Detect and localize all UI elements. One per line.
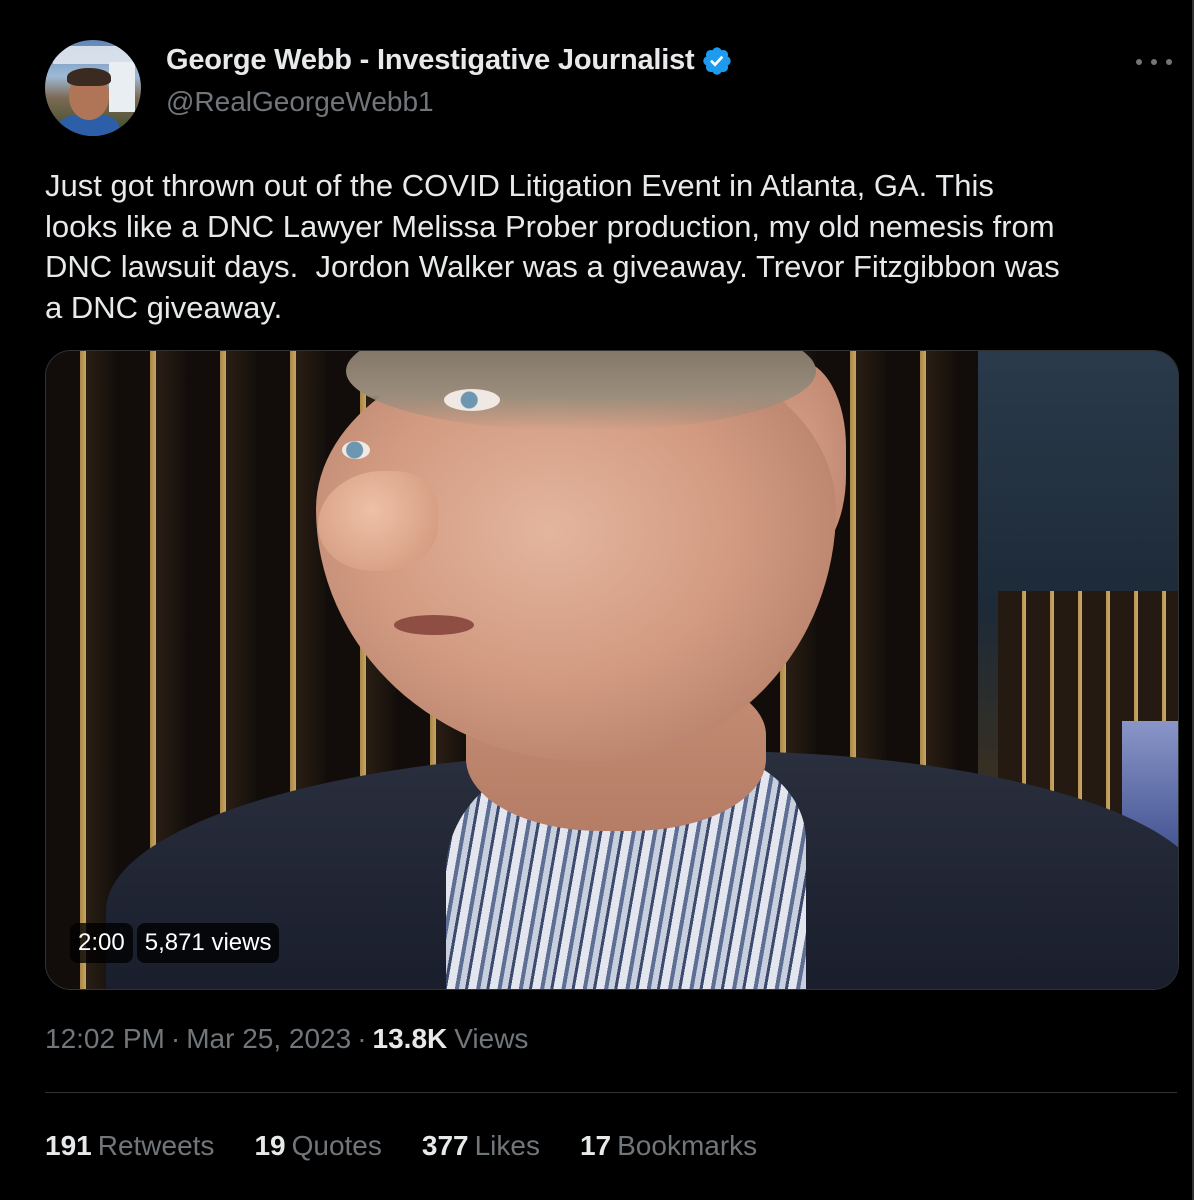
stat-count: 17 bbox=[579, 1130, 612, 1161]
verified-badge-icon[interactable] bbox=[701, 45, 733, 77]
views-label[interactable]: Views bbox=[454, 1023, 528, 1055]
video-player[interactable]: 2:00 5,871 views bbox=[45, 350, 1179, 990]
video-views-badge: 5,871 views bbox=[136, 923, 280, 963]
stat-label: Bookmarks bbox=[617, 1130, 758, 1161]
tweet-meta: 12:02 PM · Mar 25, 2023 · 13.8K Views bbox=[45, 1023, 528, 1055]
video-duration-badge: 2:00 bbox=[70, 923, 133, 963]
avatar-hair-shape bbox=[67, 68, 111, 86]
tweet-date[interactable]: Mar 25, 2023 bbox=[186, 1023, 351, 1055]
author-name-row: George Webb - Investigative Journalist bbox=[166, 44, 733, 77]
views-count[interactable]: 13.8K bbox=[373, 1023, 448, 1055]
divider bbox=[45, 1092, 1177, 1093]
author-handle[interactable]: @RealGeorgeWebb1 bbox=[166, 86, 434, 118]
avatar-building-shape bbox=[109, 62, 135, 112]
author-display-name[interactable]: George Webb - Investigative Journalist bbox=[166, 44, 695, 77]
dot-icon bbox=[1151, 59, 1157, 65]
video-subject-mouth bbox=[394, 615, 474, 635]
stat-retweets[interactable]: 191 Retweets bbox=[45, 1130, 214, 1162]
dot-icon bbox=[1136, 59, 1142, 65]
more-options-icon[interactable] bbox=[1136, 50, 1172, 74]
tweet-time[interactable]: 12:02 PM bbox=[45, 1023, 165, 1055]
video-subject-eye bbox=[444, 389, 500, 411]
tweet-text: Just got thrown out of the COVID Litigat… bbox=[45, 168, 1060, 325]
stat-quotes[interactable]: 19 Quotes bbox=[254, 1130, 381, 1162]
stat-bookmarks[interactable]: 17 Bookmarks bbox=[580, 1130, 757, 1162]
dot-icon bbox=[1166, 59, 1172, 65]
engagement-stats: 191 Retweets 19 Quotes 377 Likes 17 Bookmark… bbox=[45, 1130, 757, 1162]
avatar[interactable] bbox=[45, 40, 141, 136]
stat-label: Retweets bbox=[97, 1130, 215, 1161]
stat-label: Likes bbox=[474, 1130, 540, 1161]
video-badges: 2:00 5,871 views bbox=[70, 923, 280, 963]
meta-separator: · bbox=[357, 1023, 367, 1054]
video-subject-eye bbox=[342, 441, 370, 459]
stat-likes[interactable]: 377 Likes bbox=[422, 1130, 540, 1162]
meta-separator: · bbox=[170, 1023, 181, 1054]
stat-label: Quotes bbox=[291, 1130, 382, 1161]
stat-count: 191 bbox=[45, 1130, 92, 1161]
stat-count: 19 bbox=[254, 1130, 286, 1161]
stat-count: 377 bbox=[421, 1130, 469, 1161]
